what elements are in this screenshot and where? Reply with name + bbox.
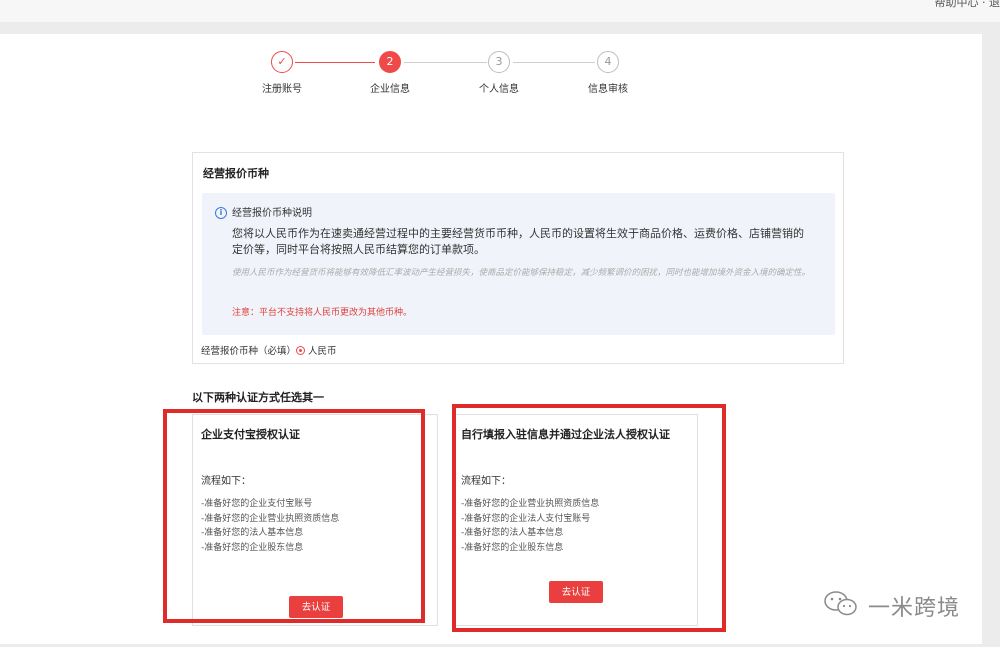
step-label: 企业信息 [370, 84, 410, 95]
notice-body: 您将以人民币作为在速卖通经营过程中的主要经营货币币种，人民币的设置将生效于商品价… [232, 227, 804, 256]
top-bar: 帮助中心 · 退 [0, 0, 1000, 22]
step-number: 2 [379, 51, 401, 73]
step-personal-info: 3 个人信息 [454, 51, 544, 95]
currency-panel: 经营报价币种 i 经营报价币种说明 您将以人民币作为在速卖通经营过程中的主要经营… [192, 152, 844, 364]
step-register-account: ✓ 注册账号 [237, 51, 327, 95]
verify-section-title: 以下两种认证方式任选其一 [192, 391, 324, 404]
currency-radio-label[interactable]: 人民币 [308, 343, 337, 357]
notice-hint: 使用人民币作为经营货币将能够有效降低汇率波动产生经营损失，使商品定价能够保持稳定… [232, 268, 811, 278]
step-company-info: 2 企业信息 [345, 51, 435, 95]
notice-heading: 经营报价币种说明 [232, 208, 312, 219]
step-label: 信息审核 [588, 84, 628, 95]
wechat-icon [824, 591, 857, 616]
step-number: 3 [488, 51, 510, 73]
panel-title: 经营报价币种 [203, 167, 269, 180]
top-bar-links[interactable]: 帮助中心 · 退 [935, 0, 1000, 10]
highlight-box-left [163, 409, 425, 623]
watermark: 一米跨境 [820, 590, 990, 621]
check-icon: ✓ [271, 51, 293, 73]
highlight-box-right [452, 404, 726, 632]
step-info-review: 4 信息审核 [563, 51, 653, 95]
step-label: 注册账号 [262, 84, 302, 95]
step-number: 4 [597, 51, 619, 73]
step-label: 个人信息 [479, 84, 519, 95]
currency-field-label: 经营报价币种（必填） [201, 346, 297, 357]
notice-warning: 注意：平台不支持将人民币更改为其他币种。 [232, 308, 413, 318]
watermark-text: 一米跨境 [868, 596, 961, 621]
info-icon: i [215, 207, 227, 219]
currency-notice: i 经营报价币种说明 您将以人民币作为在速卖通经营过程中的主要经营货币币种，人民… [202, 193, 835, 335]
currency-radio-cny[interactable] [296, 346, 305, 355]
